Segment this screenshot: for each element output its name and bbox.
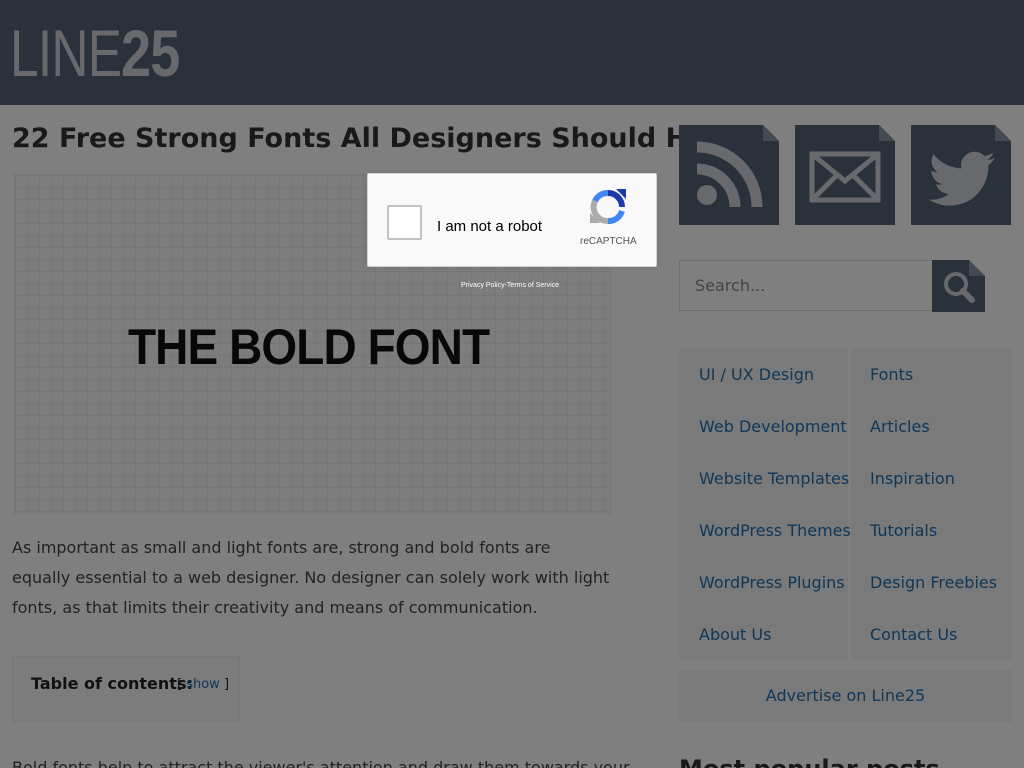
recaptcha-widget: I am not a robot reCAPTCHA bbox=[367, 173, 657, 267]
recaptcha-logo-icon bbox=[590, 189, 626, 224]
recaptcha-checkbox[interactable] bbox=[387, 205, 422, 240]
privacy-policy-link[interactable]: Privacy Policy bbox=[461, 282, 505, 289]
recaptcha-label: I am not a robot bbox=[437, 218, 543, 235]
modal-overlay[interactable] bbox=[0, 0, 1024, 768]
recaptcha-terms: Privacy Policy-Terms of Service bbox=[461, 282, 559, 289]
terms-of-service-link[interactable]: Terms of Service bbox=[507, 282, 559, 289]
recaptcha-brand: reCAPTCHA bbox=[580, 236, 637, 247]
